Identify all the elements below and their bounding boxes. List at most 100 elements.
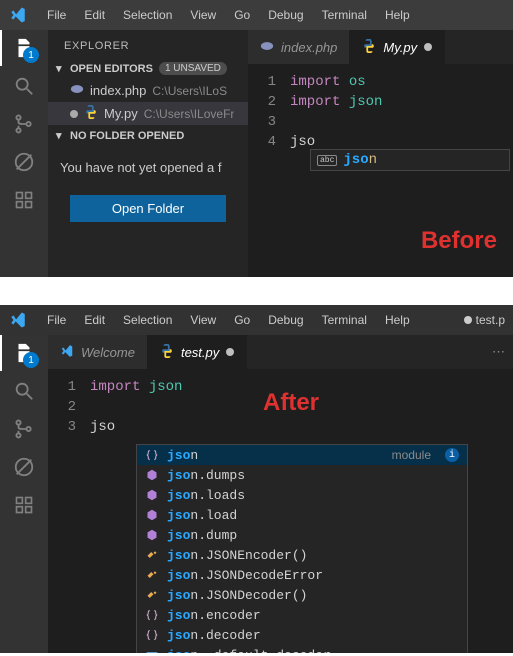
menu-go[interactable]: Go [234, 8, 250, 22]
menu-edit[interactable]: Edit [84, 8, 105, 22]
explorer-badge: 1 [23, 47, 39, 63]
tab-my-py[interactable]: My.py [350, 30, 445, 64]
suggestion-item[interactable]: json.dump [137, 525, 467, 545]
debug-icon[interactable] [12, 455, 36, 479]
suggestion-item[interactable]: json.decoder [137, 625, 467, 645]
code-line[interactable]: 2 [48, 397, 513, 417]
menu-view[interactable]: View [190, 8, 216, 22]
file-name: index.php [90, 83, 146, 98]
suggestion-item[interactable]: json modulei [137, 445, 467, 465]
titlebar: File Edit Selection View Go Debug Termin… [0, 0, 513, 30]
code-editor[interactable]: 1import os2import json34jso abc json Bef… [248, 64, 513, 269]
class-kind-icon [145, 588, 159, 602]
suggestion-label: json.JSONEncoder() [167, 548, 307, 563]
explorer-icon[interactable]: 1 [12, 36, 36, 60]
extensions-icon[interactable] [12, 493, 36, 517]
suggestion-detail: module [392, 448, 431, 462]
suggestion-item[interactable]: json.encoder [137, 605, 467, 625]
tab-index-php[interactable]: index.php [248, 30, 350, 64]
code-line[interactable]: 3jso [48, 417, 513, 437]
chevron-down-icon: ▾ [56, 129, 64, 142]
tab-test-py[interactable]: test.py [148, 335, 247, 369]
menu-edit[interactable]: Edit [84, 313, 105, 327]
dirty-file-label: test.p [476, 313, 505, 327]
suggestion-label: json.dump [167, 528, 237, 543]
open-editor-row[interactable]: My.py C:\Users\ILoveFr [48, 102, 248, 125]
suggestion-item[interactable]: json.JSONDecodeError [137, 565, 467, 585]
menu-file[interactable]: File [47, 8, 66, 22]
menu-help[interactable]: Help [385, 8, 410, 22]
menu-go[interactable]: Go [234, 313, 250, 327]
python-file-icon [84, 105, 98, 122]
menu-selection[interactable]: Selection [123, 313, 172, 327]
debug-icon[interactable] [12, 150, 36, 174]
suggestion-item[interactable]: json.JSONDecoder() [137, 585, 467, 605]
vscode-window-after: File Edit Selection View Go Debug Termin… [0, 305, 513, 653]
menu-terminal[interactable]: Terminal [322, 313, 367, 327]
file-path: C:\Users\ILoveFr [144, 107, 235, 121]
suggestion-item[interactable]: json._default_decoder [137, 645, 467, 653]
section-no-folder[interactable]: ▾ NO FOLDER OPENED [48, 125, 248, 146]
vscode-logo-icon [8, 5, 28, 25]
suggestion-rest: n [369, 152, 377, 168]
method-kind-icon [145, 528, 159, 542]
tab-actions[interactable]: ⋯ [484, 335, 513, 369]
python-file-icon [160, 344, 174, 361]
suggestion-label: json.JSONDecodeError [167, 568, 323, 583]
code-line[interactable]: 2import json [248, 92, 513, 112]
line-number: 3 [48, 417, 90, 437]
code-line[interactable]: 1import json [48, 377, 513, 397]
intellisense-popup[interactable]: json modulei json.dumpsjson.loadsjson.load… [136, 444, 468, 653]
method-kind-icon [145, 488, 159, 502]
explorer-title: EXPLORER [48, 30, 248, 58]
suggestion-item[interactable]: json.loads [137, 485, 467, 505]
open-editor-row[interactable]: index.php C:\Users\ILoS [48, 79, 248, 102]
menu-file[interactable]: File [47, 313, 66, 327]
annotation-before: Before [421, 227, 497, 255]
code-line[interactable]: 3 [248, 112, 513, 132]
explorer-icon[interactable]: 1 [12, 341, 36, 365]
info-icon[interactable]: i [445, 448, 459, 462]
editor-area: index.php My.py 1import os2import json34… [248, 30, 513, 277]
intellisense-popup[interactable]: abc json [310, 149, 510, 171]
tab-label: test.py [181, 345, 219, 360]
suggestion-item[interactable]: json.JSONEncoder() [137, 545, 467, 565]
search-icon[interactable] [12, 74, 36, 98]
suggestion-item[interactable]: json.dumps [137, 465, 467, 485]
open-folder-button[interactable]: Open Folder [70, 195, 226, 222]
activity-bar: 1 [0, 335, 48, 653]
extensions-icon[interactable] [12, 188, 36, 212]
php-file-icon [260, 39, 274, 56]
no-folder-message: You have not yet opened a f [48, 146, 248, 189]
vscode-logo-icon [8, 310, 28, 330]
suggestion-label: json [167, 448, 198, 463]
section-open-editors[interactable]: ▾ OPEN EDITORS 1 UNSAVED [48, 58, 248, 79]
source-control-icon[interactable] [12, 112, 36, 136]
code-editor[interactable]: 1import json23jso After jsonmoduleijson.… [48, 369, 513, 644]
tab-label: My.py [383, 40, 417, 55]
menu-help[interactable]: Help [385, 313, 410, 327]
code-content: import json [90, 377, 182, 397]
suggestion-item[interactable]: json.load [137, 505, 467, 525]
method-kind-icon [145, 468, 159, 482]
module-kind-icon [145, 628, 159, 642]
menu-debug[interactable]: Debug [268, 313, 303, 327]
source-control-icon[interactable] [12, 417, 36, 441]
class-kind-icon [145, 568, 159, 582]
menu-terminal[interactable]: Terminal [322, 8, 367, 22]
file-name: My.py [104, 106, 138, 121]
dirty-dot-icon [464, 316, 472, 324]
line-number: 3 [248, 112, 290, 132]
code-line[interactable]: 1import os [248, 72, 513, 92]
vscode-window-before: File Edit Selection View Go Debug Termin… [0, 0, 513, 277]
code-content: import json [290, 92, 382, 112]
search-icon[interactable] [12, 379, 36, 403]
module-kind-icon [145, 608, 159, 622]
editor-area: Welcome test.py ⋯ 1import json23jso Afte… [48, 335, 513, 653]
menu-debug[interactable]: Debug [268, 8, 303, 22]
explorer-badge: 1 [23, 352, 39, 368]
menu-view[interactable]: View [190, 313, 216, 327]
code-content: jso [90, 417, 115, 437]
menu-selection[interactable]: Selection [123, 8, 172, 22]
tab-welcome[interactable]: Welcome [48, 335, 148, 369]
